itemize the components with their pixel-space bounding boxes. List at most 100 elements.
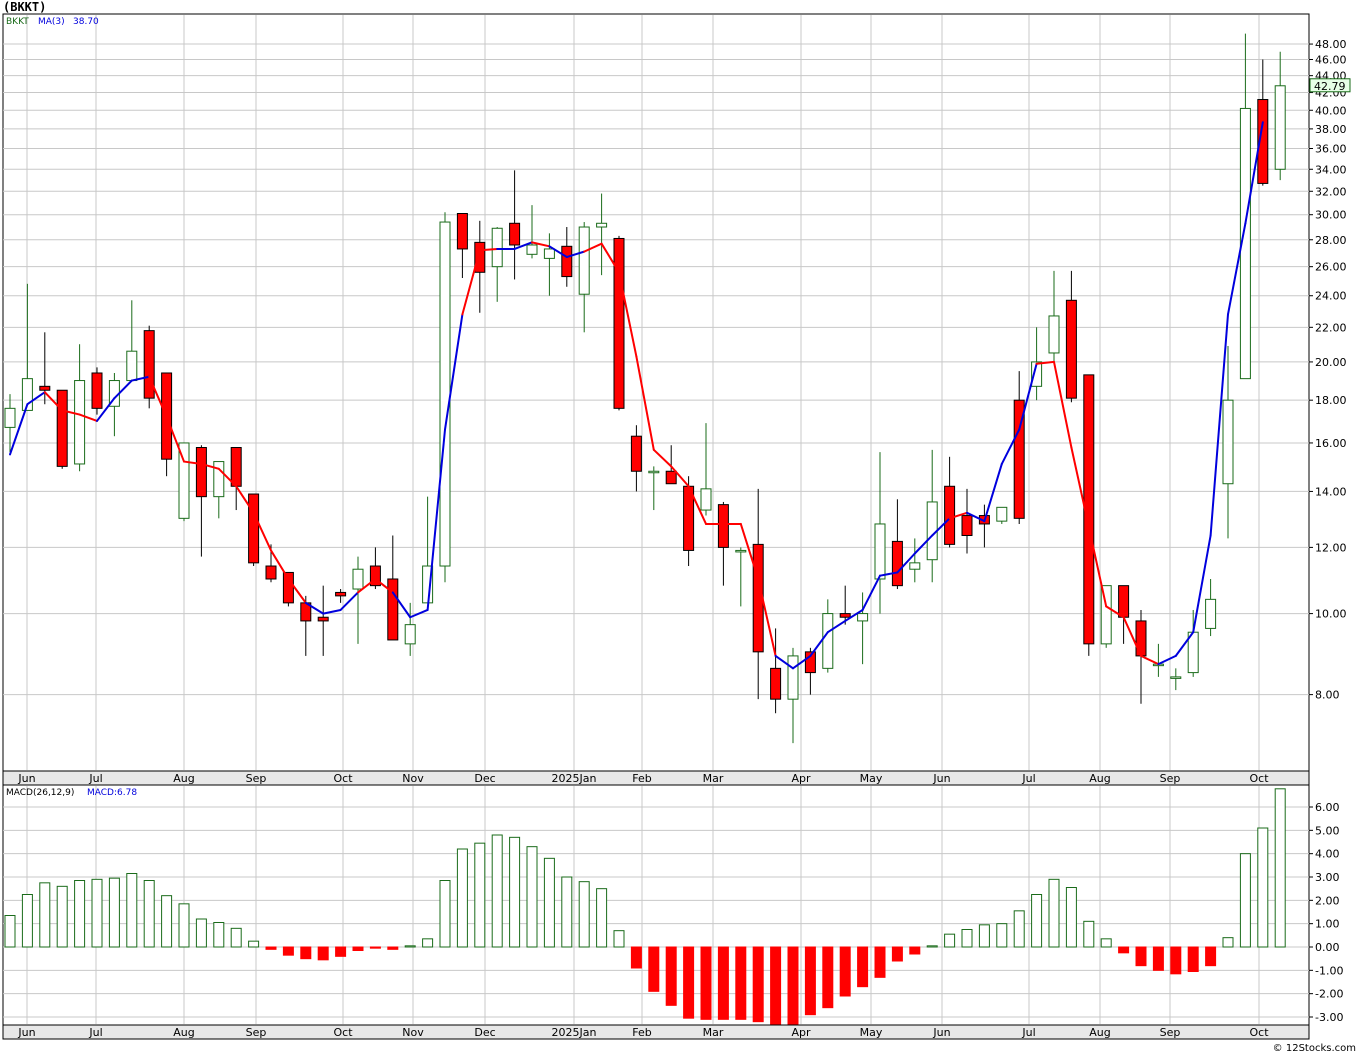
macd-bar xyxy=(787,946,799,1025)
price-x-tick-label: Mar xyxy=(703,772,724,785)
macd-y-tick-label: 5.00 xyxy=(1315,824,1340,837)
macd-bar xyxy=(422,938,434,948)
price-y-tick-label: 36.00 xyxy=(1315,143,1347,156)
macd-bar xyxy=(926,945,938,948)
macd-bar xyxy=(1100,938,1112,948)
candle-body xyxy=(248,493,260,564)
price-y-tick-label: 18.00 xyxy=(1315,394,1347,407)
price-y-tick-label: 28.00 xyxy=(1315,234,1347,247)
candle-body xyxy=(1135,620,1147,657)
price-x-tick-label: Aug xyxy=(1089,772,1110,785)
candle-body xyxy=(770,667,782,700)
macd-bar xyxy=(1048,878,1060,948)
macd-bar xyxy=(909,946,921,955)
macd-y-tick-label: -3.00 xyxy=(1315,1011,1343,1024)
candle-body xyxy=(1048,315,1060,354)
macd-bar xyxy=(282,946,294,956)
macd-bar xyxy=(74,880,86,948)
macd-y-tick-label: 6.00 xyxy=(1315,801,1340,814)
macd-bar xyxy=(1065,887,1077,948)
macd-bar xyxy=(683,946,695,1019)
macd-bar xyxy=(300,946,312,960)
macd-x-tick-label: Sep xyxy=(1160,1026,1181,1039)
candle-body xyxy=(352,568,364,590)
candle-body xyxy=(404,624,416,645)
macd-bar xyxy=(161,895,173,948)
candle-body xyxy=(265,565,277,580)
footer-credit: © 12Stocks.com xyxy=(1272,1043,1356,1054)
macd-bar xyxy=(874,946,886,978)
price-x-tick-label: Jul xyxy=(88,772,102,785)
candle-body xyxy=(195,447,207,498)
macd-bar xyxy=(665,946,677,1006)
price-y-tick-label: 32.00 xyxy=(1315,185,1347,198)
macd-bar xyxy=(369,946,381,949)
candle-body xyxy=(39,385,51,391)
candle-body xyxy=(596,222,608,228)
macd-bar xyxy=(1187,946,1199,972)
macd-bar xyxy=(735,946,747,1020)
price-x-tick-label: Dec xyxy=(474,772,495,785)
macd-x-tick-label: Nov xyxy=(402,1026,424,1039)
macd-bar xyxy=(648,946,660,992)
candle-body xyxy=(126,350,138,382)
macd-x-tick-label: Oct xyxy=(1249,1026,1269,1039)
macd-bar xyxy=(822,946,834,1009)
candle-body xyxy=(1065,299,1077,399)
macd-y-axis: -3.00 -2.00 -1.00 0.00 1.00 2.00 3.00 4.00 5.00 6… xyxy=(1309,801,1343,1024)
candle-body xyxy=(996,506,1008,522)
macd-bar xyxy=(178,903,190,948)
price-y-tick-label: 16.00 xyxy=(1315,437,1347,450)
macd-y-tick-label: 4.00 xyxy=(1315,848,1340,861)
macd-x-tick-label: Sep xyxy=(246,1026,267,1039)
macd-bar xyxy=(509,836,521,948)
price-y-tick-label: 12.00 xyxy=(1315,541,1347,554)
price-panel-frame xyxy=(2,13,1310,772)
candle-body xyxy=(630,435,642,472)
macd-x-tick-label: Jun xyxy=(932,1026,950,1039)
candle-body xyxy=(944,485,956,545)
macd-x-tick-label: Jun xyxy=(17,1026,35,1039)
macd-bar xyxy=(613,930,625,948)
symbol-legend: BKKT xyxy=(6,17,29,27)
candle-body xyxy=(4,407,16,428)
macd-bar xyxy=(456,848,468,948)
price-x-tick-label: 2025Jan xyxy=(552,772,597,785)
candle-body xyxy=(891,540,903,587)
macd-y-tick-label: -1.00 xyxy=(1315,964,1343,977)
candle-body xyxy=(648,470,660,474)
price-y-tick-label: 8.00 xyxy=(1315,689,1340,702)
macd-legend: MACD(26,12,9) xyxy=(6,788,74,798)
macd-y-tick-label: 1.00 xyxy=(1315,918,1340,931)
macd-y-tick-label: 3.00 xyxy=(1315,871,1340,884)
candle-body xyxy=(717,504,729,548)
candle-body xyxy=(822,613,834,669)
price-y-tick-label: 40.00 xyxy=(1315,104,1347,117)
price-y-tick-label: 30.00 xyxy=(1315,209,1347,222)
macd-bar xyxy=(1031,894,1043,948)
candle-body xyxy=(787,655,799,700)
price-y-tick-label: 26.00 xyxy=(1315,261,1347,274)
candle-body xyxy=(839,613,851,618)
macd-x-axis-strip xyxy=(2,1024,1310,1040)
macd-bar xyxy=(352,946,364,951)
candle-body xyxy=(317,616,329,622)
macd-bar xyxy=(248,940,260,948)
price-x-tick-label: Jun xyxy=(932,772,950,785)
macd-bar xyxy=(996,923,1008,948)
macd-y-tick-label: -2.00 xyxy=(1315,988,1343,1001)
macd-bar xyxy=(126,873,138,948)
macd-bar xyxy=(387,946,399,950)
macd-x-tick-label: Jul xyxy=(88,1026,102,1039)
candle-body xyxy=(230,447,242,487)
macd-x-tick-label: Dec xyxy=(474,1026,495,1039)
macd-x-tick-label: May xyxy=(860,1026,883,1039)
price-x-tick-label: Jul xyxy=(1021,772,1035,785)
price-y-tick-label: 48.00 xyxy=(1315,38,1347,51)
price-y-tick-label: 22.00 xyxy=(1315,321,1347,334)
macd-bar xyxy=(404,945,416,948)
macd-bar xyxy=(1257,827,1269,948)
macd-bar xyxy=(491,834,503,948)
price-x-tick-label: Oct xyxy=(333,772,353,785)
macd-bar xyxy=(578,881,590,948)
